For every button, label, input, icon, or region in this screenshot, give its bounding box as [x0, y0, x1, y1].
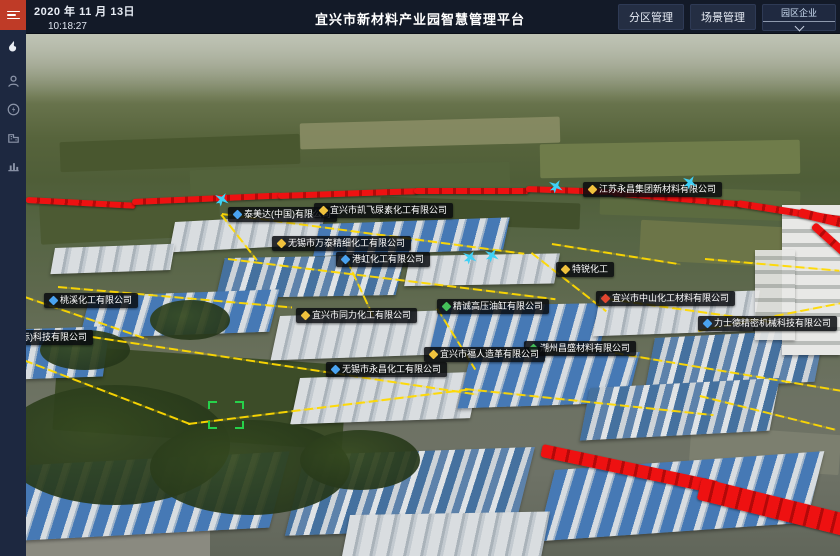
company-marker-icon	[319, 206, 329, 216]
company-marker-icon	[341, 255, 351, 265]
company-label-text: 力士德精密机械科技有限公司	[714, 319, 831, 328]
factory-icon	[6, 130, 21, 145]
company-label[interactable]: 宜兴市同力化工有限公司	[296, 308, 417, 323]
company-label-text: 宜兴市同力化工有限公司	[312, 311, 411, 320]
selection-corner	[235, 421, 244, 429]
selection-corner	[208, 401, 217, 409]
company-label-text: 江苏永昌集团新材料有限公司	[599, 185, 716, 194]
company-label-text: 桃溪化工有限公司	[60, 296, 132, 305]
company-marker-icon	[601, 294, 611, 304]
company-label[interactable]: 精诚高压油缸有限公司	[437, 299, 549, 314]
company-label-text: 精诚高压油缸有限公司	[453, 302, 543, 311]
company-label[interactable]: 宜兴市中山化工材料有限公司	[596, 291, 735, 306]
sidebar-item-enterprise[interactable]	[0, 126, 26, 148]
sidebar-item-personnel[interactable]	[0, 70, 26, 92]
company-label[interactable]: 无锡市万泰精细化工有限公司	[272, 236, 411, 251]
company-label-text: 特锐化工	[572, 265, 608, 274]
hamburger-icon	[7, 11, 20, 20]
top-header: 2020 年 11 月 13日 10:18:27 宜兴市新材料产业园智慧管理平台…	[0, 0, 840, 34]
company-label[interactable]: 港虹化工有限公司	[336, 252, 430, 267]
company-label-text: 宜兴市凯飞尿素化工有限公司	[330, 206, 447, 215]
company-label[interactable]: 江苏永昌集团新材料有限公司	[583, 182, 722, 197]
tree-canopy	[150, 300, 230, 340]
field-patch	[300, 117, 561, 150]
company-label[interactable]: 力士德精密机械科技有限公司	[698, 316, 837, 331]
sidebar-item-energy[interactable]	[0, 98, 26, 120]
company-label-text: 无锡市万泰精细化工有限公司	[288, 239, 405, 248]
field-patch	[540, 140, 801, 179]
company-label[interactable]: 宜兴市凯飞尿素化工有限公司	[314, 203, 453, 218]
person-icon	[6, 74, 21, 89]
company-marker-icon	[429, 350, 439, 360]
company-label[interactable]: 无锡市永昌化工有限公司	[326, 362, 447, 377]
company-label-text: 无锡市永昌化工有限公司	[342, 365, 441, 374]
chevron-down-icon	[794, 22, 804, 32]
company-label[interactable]: 特锐化工	[556, 262, 614, 277]
scene-manage-button[interactable]: 场景管理	[690, 4, 756, 30]
selection-corner	[235, 401, 244, 409]
company-marker-icon	[233, 210, 243, 220]
park-enterprise-dropdown[interactable]: 园区企业	[762, 4, 836, 31]
selection-target-box[interactable]	[208, 401, 244, 429]
traffic-ribbon-red	[414, 188, 529, 194]
company-marker-icon	[331, 365, 341, 375]
selection-corner	[208, 421, 217, 429]
company-marker-icon	[703, 319, 713, 329]
company-marker-icon	[561, 265, 571, 275]
company-marker-icon	[442, 302, 452, 312]
sidebar-item-statistics[interactable]	[0, 154, 26, 176]
left-toolbar	[0, 0, 26, 556]
building-cluster	[341, 512, 550, 556]
sidebar-item-alarm[interactable]	[0, 36, 26, 58]
horizon-haze	[26, 34, 840, 104]
company-label-text: 宜兴市中山化工材料有限公司	[612, 294, 729, 303]
company-label-text: 潮州昌盛材料有限公司	[540, 344, 630, 353]
company-label-text: 宜兴市福人造革有限公司	[440, 350, 539, 359]
company-marker-icon	[49, 296, 59, 306]
zone-manage-button[interactable]: 分区管理	[618, 4, 684, 30]
company-marker-icon	[277, 239, 287, 249]
company-label[interactable]: 宜兴市福人造革有限公司	[424, 347, 545, 362]
bar-chart-icon	[6, 158, 21, 173]
building-cluster	[50, 244, 175, 274]
company-marker-icon	[301, 311, 311, 321]
tree-canopy	[300, 430, 420, 490]
company-marker-icon	[588, 185, 598, 195]
company-label[interactable]: 桃溪化工有限公司	[44, 293, 138, 308]
company-label-text: 港虹化工有限公司	[352, 255, 424, 264]
sidebar-item-menu[interactable]	[0, 0, 26, 30]
energy-circle-icon	[6, 102, 21, 117]
flame-icon	[6, 40, 21, 55]
dropdown-label: 园区企业	[763, 5, 835, 22]
field-patch	[60, 134, 301, 172]
